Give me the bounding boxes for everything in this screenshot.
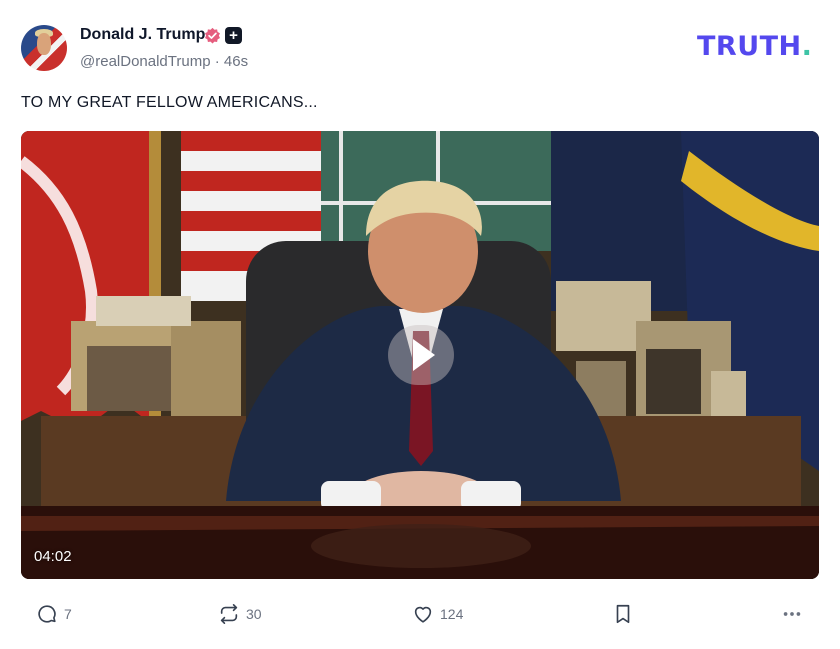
- author-avatar[interactable]: [21, 25, 67, 71]
- retruth-button[interactable]: 30: [218, 600, 262, 628]
- plus-badge-icon: +: [225, 27, 242, 44]
- retruth-count: 30: [246, 606, 262, 622]
- play-button[interactable]: [388, 325, 454, 385]
- truth-logo[interactable]: TRUTH.: [697, 31, 812, 62]
- retruth-icon: [220, 604, 238, 624]
- verified-badge-icon: [205, 27, 220, 44]
- handle-separator: ·: [214, 53, 220, 70]
- author-name[interactable]: Donald J. Trump: [80, 26, 205, 44]
- author-handle[interactable]: @realDonaldTrump: [80, 53, 211, 70]
- logo-text: TRUTH: [697, 31, 802, 62]
- more-icon: [783, 612, 801, 616]
- logo-dot: .: [801, 31, 813, 62]
- video-player[interactable]: 04:02: [21, 131, 819, 579]
- post-time[interactable]: 46s: [224, 53, 248, 70]
- more-options-button[interactable]: [781, 600, 803, 628]
- reply-icon: [38, 605, 56, 623]
- post-text: TO MY GREAT FELLOW AMERICANS...: [21, 94, 318, 111]
- author-handle-line: @realDonaldTrump · 46s: [80, 53, 248, 70]
- avatar-face: [37, 33, 51, 55]
- heart-icon: [414, 606, 432, 623]
- like-count: 124: [440, 606, 464, 622]
- bookmark-icon: [616, 604, 630, 624]
- video-duration: 04:02: [34, 548, 72, 565]
- bookmark-button[interactable]: [612, 600, 634, 628]
- reply-count: 7: [64, 606, 72, 622]
- reply-button[interactable]: 7: [36, 600, 72, 628]
- post-actions: 7 30 124: [0, 600, 840, 628]
- like-button[interactable]: 124: [412, 600, 463, 628]
